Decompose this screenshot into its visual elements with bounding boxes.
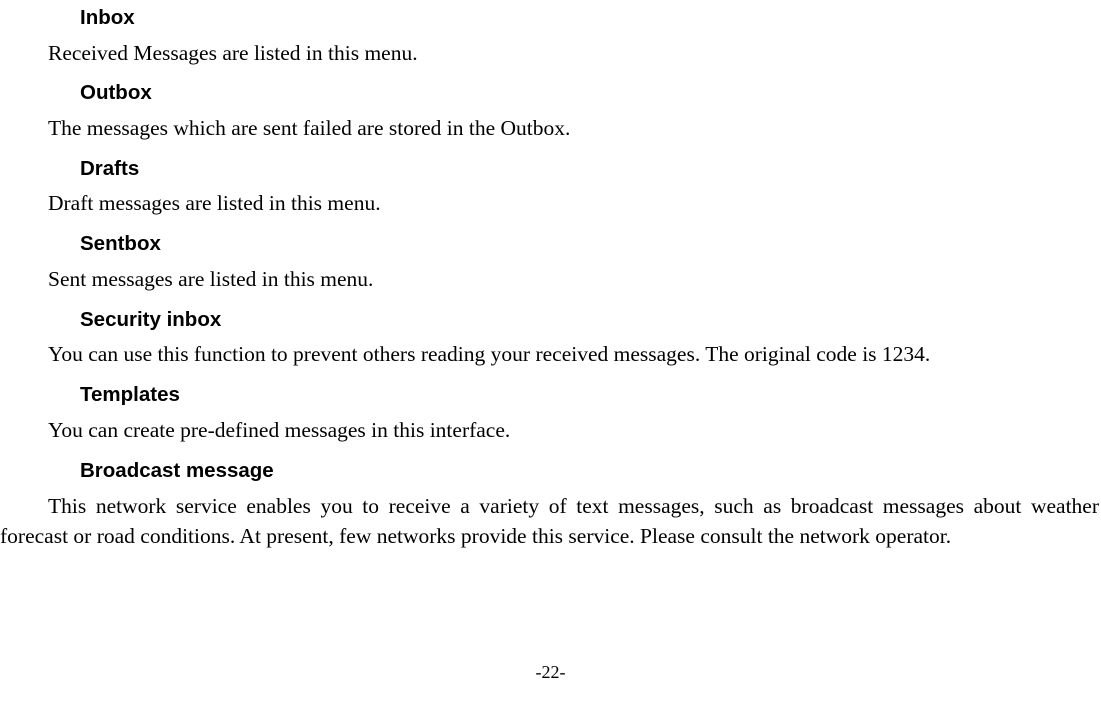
body-templates: You can create pre-defined messages in t…: [0, 417, 1101, 444]
body-outbox: The messages which are sent failed are s…: [0, 115, 1101, 142]
section-templates: Templates You can create pre-defined mes…: [0, 383, 1101, 458]
section-drafts: Drafts Draft messages are listed in this…: [0, 157, 1101, 232]
heading-inbox: Inbox: [0, 6, 1101, 30]
document-page: Inbox Received Messages are listed in th…: [0, 0, 1101, 701]
section-security-inbox: Security inbox You can use this function…: [0, 308, 1101, 383]
body-broadcast-message: This network service enables you to rece…: [0, 492, 1101, 551]
heading-outbox: Outbox: [0, 81, 1101, 105]
heading-sentbox: Sentbox: [0, 232, 1101, 256]
body-sentbox: Sent messages are listed in this menu.: [0, 266, 1101, 293]
section-broadcast-message: Broadcast message This network service e…: [0, 459, 1101, 552]
body-inbox: Received Messages are listed in this men…: [0, 40, 1101, 67]
heading-broadcast-message: Broadcast message: [0, 459, 1101, 483]
document-content: Inbox Received Messages are listed in th…: [0, 0, 1101, 552]
heading-templates: Templates: [0, 383, 1101, 407]
body-drafts: Draft messages are listed in this menu.: [0, 190, 1101, 217]
page-number: -22-: [0, 662, 1101, 683]
heading-drafts: Drafts: [0, 157, 1101, 181]
section-sentbox: Sentbox Sent messages are listed in this…: [0, 232, 1101, 307]
body-security-inbox: You can use this function to prevent oth…: [0, 341, 1101, 368]
section-outbox: Outbox The messages which are sent faile…: [0, 81, 1101, 156]
heading-security-inbox: Security inbox: [0, 308, 1101, 332]
section-inbox: Inbox Received Messages are listed in th…: [0, 6, 1101, 81]
